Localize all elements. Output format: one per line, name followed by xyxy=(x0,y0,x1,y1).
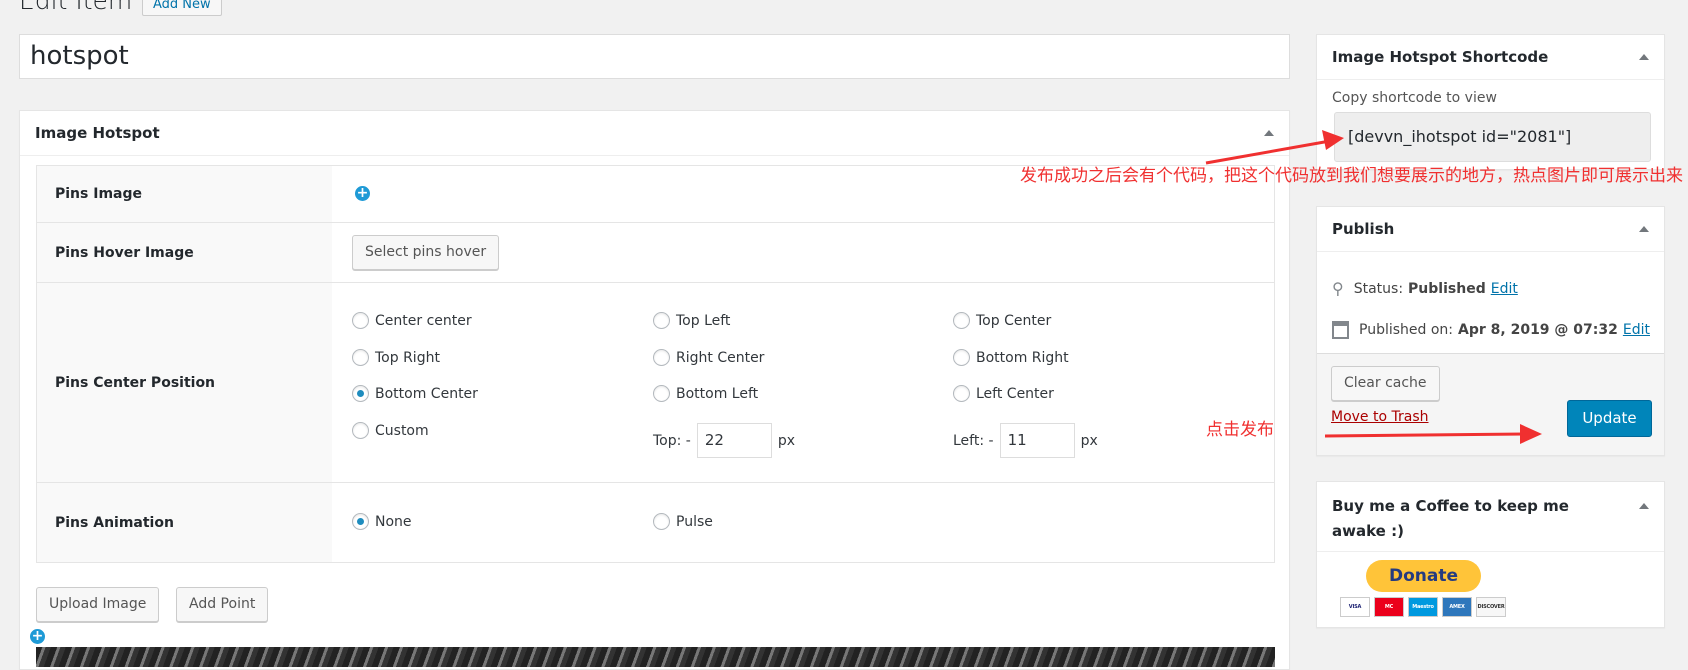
arrow-to-update xyxy=(1324,424,1542,444)
arrow-to-shortcode xyxy=(1205,130,1344,165)
annotation-arrows xyxy=(1205,130,1542,444)
